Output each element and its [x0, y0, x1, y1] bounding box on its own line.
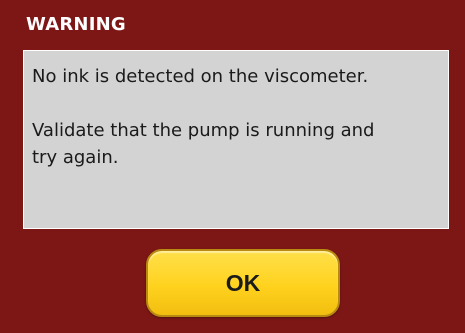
message-line-ink: No ink is detected on the viscometer.	[32, 66, 369, 87]
ok-button[interactable]: OK	[146, 249, 340, 317]
message-panel: No ink is detected on the viscometer. Va…	[23, 50, 449, 229]
message-line-pump: Validate that the pump is running and tr…	[32, 120, 375, 168]
dialog-title: WARNING	[26, 14, 126, 35]
warning-dialog: WARNING No ink is detected on the viscom…	[0, 0, 465, 333]
